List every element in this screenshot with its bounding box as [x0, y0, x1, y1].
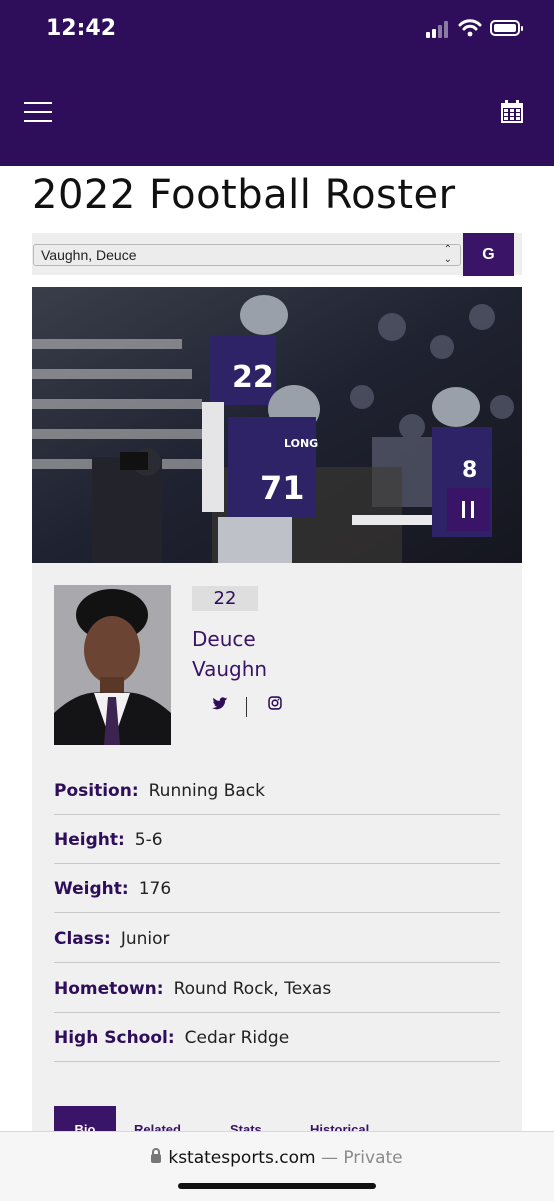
menu-icon[interactable] — [24, 102, 54, 124]
info-value: Cedar Ridge — [184, 1028, 290, 1048]
player-first-name: Deuce — [192, 627, 256, 651]
svg-text:22: 22 — [232, 360, 274, 395]
calendar-icon[interactable] — [500, 100, 524, 124]
tab-bio[interactable]: Bio — [54, 1106, 116, 1132]
bio-tabs: Bio Related Stats Historical — [54, 1106, 500, 1132]
roster-player-select[interactable]: Vaughn, Deuce ⌃ ⌄ — [33, 244, 461, 266]
info-label: High School: — [54, 1028, 175, 1048]
info-value: Junior — [120, 929, 170, 949]
player-headshot — [54, 585, 171, 745]
browser-address-bar[interactable]: kstatesports.com — Private — [0, 1131, 554, 1201]
site-header — [0, 60, 554, 166]
twitter-icon[interactable] — [212, 697, 228, 711]
info-label: Height: — [54, 830, 125, 850]
svg-text:71: 71 — [260, 469, 305, 507]
info-value: 176 — [138, 879, 172, 899]
info-value: 5-6 — [134, 830, 163, 850]
info-row-weight: Weight: 176 — [54, 864, 500, 913]
lock-icon — [151, 1148, 162, 1163]
roster-select-bar: Vaughn, Deuce ⌃ ⌄ — [32, 233, 522, 275]
player-last-name: Vaughn — [192, 657, 268, 681]
info-row-high-school: High School: Cedar Ridge — [54, 1013, 500, 1062]
info-row-class: Class: Junior — [54, 914, 500, 963]
player-name: Deuce Vaughn — [192, 624, 267, 684]
status-bar: 12:42 — [0, 0, 554, 60]
cellular-signal-icon — [426, 20, 452, 38]
info-value: Round Rock, Texas — [173, 979, 332, 999]
instagram-icon[interactable] — [268, 696, 282, 710]
info-row-height: Height: 5-6 — [54, 815, 500, 864]
info-label: Position: — [54, 781, 139, 801]
info-value: Running Back — [148, 781, 265, 801]
info-row-position: Position: Running Back — [54, 766, 500, 815]
url-domain: kstatesports.com — [168, 1148, 316, 1168]
info-label: Class: — [54, 929, 111, 949]
social-divider — [246, 697, 247, 717]
status-time: 12:42 — [46, 16, 117, 41]
home-indicator[interactable] — [178, 1183, 376, 1189]
go-button[interactable]: G — [463, 233, 514, 276]
info-label: Hometown: — [54, 979, 164, 999]
info-row-hometown: Hometown: Round Rock, Texas — [54, 964, 500, 1013]
select-arrows-icon: ⌃ ⌄ — [443, 244, 452, 265]
url-display[interactable]: kstatesports.com — Private — [0, 1148, 554, 1168]
svg-text:LONG: LONG — [284, 437, 318, 450]
jersey-number: 22 — [192, 586, 258, 611]
page-title: 2022 Football Roster — [32, 172, 456, 218]
pause-slideshow-button[interactable] — [447, 488, 490, 531]
private-mode-label: — Private — [320, 1148, 403, 1168]
battery-icon — [490, 20, 523, 36]
svg-text:8: 8 — [462, 458, 477, 483]
selected-player: Vaughn, Deuce — [41, 247, 137, 263]
info-label: Weight: — [54, 879, 129, 899]
wifi-icon — [458, 19, 482, 37]
